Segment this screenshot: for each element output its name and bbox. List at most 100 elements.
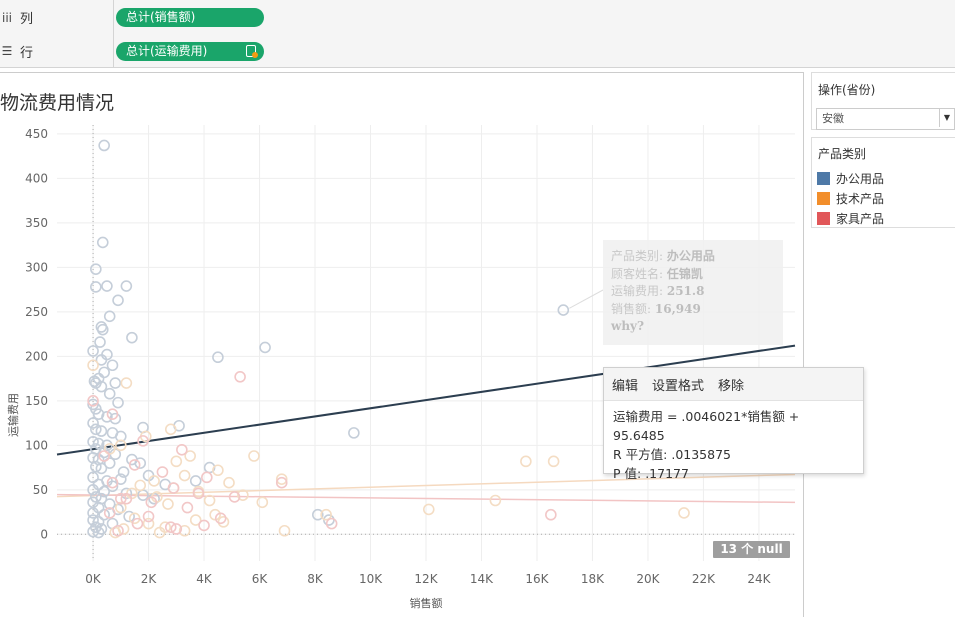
- shipping-cost-pill-label: 总计(运输费用): [126, 44, 208, 58]
- data-point: [178, 469, 191, 482]
- rows-shelf-label: ☰ 行: [0, 35, 114, 67]
- shipping-cost-pill[interactable]: 总计(运输费用): [116, 42, 264, 61]
- data-point: [95, 425, 108, 437]
- data-point: [103, 387, 116, 400]
- columns-shelf-label: iii 列: [0, 0, 114, 35]
- legend-item-tech[interactable]: 技术产品: [812, 188, 955, 208]
- y-tick-label: 450: [25, 127, 48, 141]
- columns-icon: iii: [1, 10, 12, 25]
- data-point: [112, 294, 124, 307]
- columns-label: 列: [20, 12, 34, 27]
- data-point: [203, 494, 216, 507]
- x-tick-label: 20K: [636, 572, 660, 586]
- data-point: [103, 310, 116, 323]
- tooltip-customer-value: 任锦凯: [666, 266, 703, 281]
- x-tick-label: 0K: [85, 572, 102, 586]
- data-point: [422, 503, 435, 516]
- x-tick-label: 4K: [196, 572, 213, 586]
- x-tick-label: 8K: [307, 572, 324, 586]
- data-point: [90, 281, 102, 293]
- province-dropdown-value: 安徽: [822, 112, 844, 125]
- legend-label-office: 办公用品: [836, 171, 885, 186]
- x-tick-label: 14K: [470, 572, 494, 586]
- tooltip-category-value: 办公用品: [666, 249, 715, 263]
- trend-line-menu: 编辑 设置格式 移除 运输费用 = .0046021*销售额 + 95.6485…: [603, 367, 864, 481]
- data-point: [90, 263, 102, 275]
- data-point: [162, 498, 174, 510]
- trend-equation: 运输费用 = .0046021*销售额 + 95.6485: [613, 409, 800, 443]
- legend-item-furniture[interactable]: 家具产品: [812, 208, 955, 228]
- trend-dot-icon: [252, 52, 258, 58]
- rows-shelf: ☰ 行 总计(运输费用): [0, 35, 955, 68]
- chevron-down-icon[interactable]: ▼: [939, 109, 954, 127]
- data-point: [95, 462, 108, 475]
- data-point: [489, 494, 502, 507]
- x-tick-label: 24K: [747, 572, 771, 586]
- y-tick-label: 250: [25, 305, 48, 319]
- data-point: [547, 455, 560, 468]
- legend-label-furniture: 家具产品: [836, 211, 885, 226]
- trend-r-squared: R 平方值: .0135875: [613, 447, 731, 462]
- data-point: [176, 443, 188, 456]
- data-point: [156, 466, 169, 478]
- data-point: [96, 236, 109, 249]
- tooltip-customer-label: 顾客姓名:: [611, 266, 664, 281]
- data-point: [167, 482, 180, 494]
- legend-swatch-office: [817, 171, 830, 185]
- data-point: [164, 423, 177, 436]
- tooltip-why: why?: [611, 319, 645, 333]
- remove-action[interactable]: 移除: [718, 375, 744, 394]
- null-indicator[interactable]: 13 个 null: [713, 541, 790, 558]
- data-point: [545, 508, 557, 521]
- x-axis-title: 销售额: [410, 596, 443, 610]
- data-point: [189, 475, 202, 487]
- data-point: [234, 371, 246, 383]
- y-tick-label: 100: [25, 438, 48, 452]
- y-tick-label: 200: [25, 349, 48, 363]
- data-point: [248, 450, 260, 462]
- legend-swatch-furniture: [817, 211, 830, 225]
- y-axis-title: 运输费用: [6, 393, 20, 437]
- data-point: [557, 304, 570, 316]
- y-tick-label: 150: [25, 394, 48, 408]
- data-point: [109, 377, 122, 389]
- data-point: [112, 396, 124, 409]
- sales-pill[interactable]: 总计(销售额): [116, 8, 264, 27]
- data-point: [212, 351, 224, 364]
- y-tick-label: 350: [25, 216, 48, 230]
- tooltip-shipping-label: 运输费用:: [611, 284, 664, 298]
- legend-item-office[interactable]: 办公用品: [812, 168, 955, 188]
- trend-menu-actions: 编辑 设置格式 移除: [604, 368, 863, 401]
- x-tick-label: 2K: [141, 572, 158, 586]
- data-point: [94, 336, 106, 348]
- data-point: [120, 377, 133, 389]
- sales-pill-label: 总计(销售额): [126, 10, 196, 24]
- x-tick-label: 10K: [359, 572, 383, 586]
- data-point: [348, 427, 360, 439]
- data-point: [98, 366, 110, 379]
- x-tick-label: 22K: [692, 572, 716, 586]
- data-point: [106, 359, 119, 372]
- y-tick-label: 400: [25, 171, 48, 185]
- legend-title: 产品类别: [818, 147, 867, 161]
- category-legend-card: 产品类别 办公用品 技术产品 家具产品: [811, 137, 955, 228]
- legend-swatch-tech: [817, 191, 830, 205]
- format-action[interactable]: 设置格式: [652, 375, 704, 394]
- data-point: [126, 331, 138, 344]
- data-point: [678, 507, 690, 519]
- data-point: [101, 280, 113, 292]
- y-tick-label: 0: [40, 527, 48, 541]
- x-tick-label: 18K: [581, 572, 605, 586]
- data-point: [181, 501, 194, 514]
- province-dropdown[interactable]: 安徽 ▼: [816, 108, 955, 130]
- rows-icon: ☰: [1, 44, 13, 58]
- edit-action[interactable]: 编辑: [612, 375, 638, 394]
- x-tick-label: 6K: [252, 572, 269, 586]
- tooltip-shipping-value: 251.8: [666, 284, 705, 298]
- province-filter-card: 操作(省份) 安徽 ▼: [811, 72, 955, 130]
- tooltip-sales-value: 16,949: [654, 301, 701, 316]
- data-point: [134, 479, 147, 492]
- tooltip-category-label: 产品类别:: [611, 249, 664, 263]
- y-tick-label: 50: [33, 483, 48, 497]
- y-tick-label: 300: [25, 260, 48, 274]
